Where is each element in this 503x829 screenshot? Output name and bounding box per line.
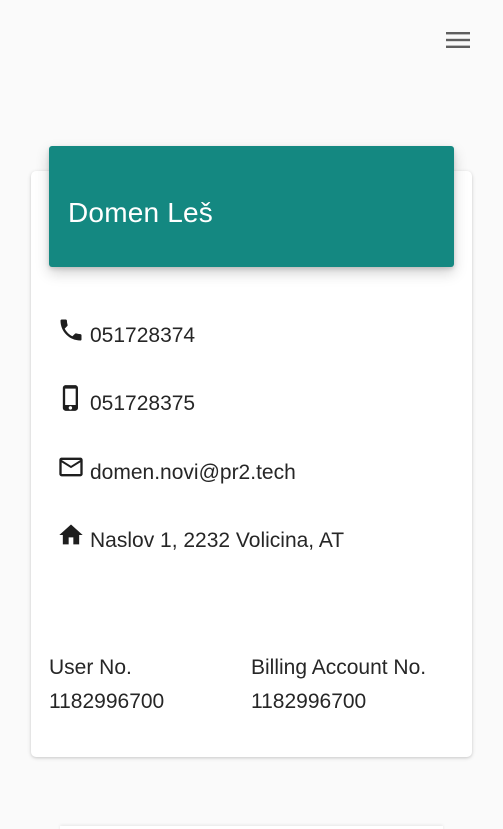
smartphone-icon: [62, 385, 78, 411]
postal-address: Naslov 1, 2232 Volicina, AT: [90, 529, 345, 552]
phone-number: 051728374: [90, 324, 196, 347]
hamburger-menu-icon: [446, 32, 470, 48]
profile-card-header: Domen Leš: [49, 146, 454, 267]
mobile-number: 051728375: [90, 392, 196, 415]
phone-row: 051728374: [57, 316, 196, 347]
address-row: Naslov 1, 2232 Volicina, AT: [57, 521, 345, 552]
profile-name: Domen Leš: [68, 197, 213, 228]
email-row: domen.novi@pr2.tech: [57, 453, 296, 484]
mobile-row: 051728375: [57, 384, 196, 415]
email-address: domen.novi@pr2.tech: [90, 461, 296, 484]
billing-account-label: Billing Account No.: [251, 656, 427, 679]
user-number-value: 1182996700: [49, 690, 165, 713]
billing-account-value: 1182996700: [251, 690, 367, 713]
mail-icon: [59, 457, 83, 477]
phone-icon: [60, 319, 82, 341]
profile-page: Domen Leš 051728374 051728375 domen.novi…: [0, 0, 503, 829]
billing-account-block: Billing Account No. 1182996700: [251, 651, 426, 719]
user-number-block: User No. 1182996700: [49, 651, 164, 719]
menu-button[interactable]: [440, 24, 476, 56]
home-icon: [59, 524, 83, 545]
user-number-label: User No.: [49, 656, 132, 679]
